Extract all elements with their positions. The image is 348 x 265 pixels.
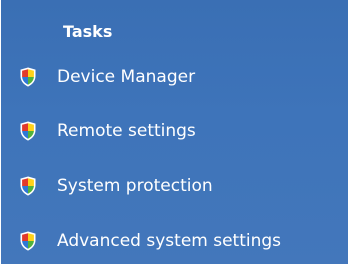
device-manager-link[interactable]: Device Manager xyxy=(19,61,345,93)
task-label: Advanced system settings xyxy=(57,231,282,251)
tasks-panel: Tasks Device Manager Remote settings Sys… xyxy=(0,0,348,265)
uac-shield-icon xyxy=(20,231,36,251)
uac-shield-icon xyxy=(20,176,36,196)
task-label: System protection xyxy=(57,176,213,196)
remote-settings-link[interactable]: Remote settings xyxy=(19,115,345,147)
system-protection-link[interactable]: System protection xyxy=(19,170,345,202)
task-list: Device Manager Remote settings System pr… xyxy=(1,0,348,264)
task-label: Device Manager xyxy=(57,67,196,87)
uac-shield-icon xyxy=(20,67,36,87)
advanced-system-settings-link[interactable]: Advanced system settings xyxy=(19,225,345,257)
task-label: Remote settings xyxy=(57,121,196,141)
uac-shield-icon xyxy=(20,121,36,141)
